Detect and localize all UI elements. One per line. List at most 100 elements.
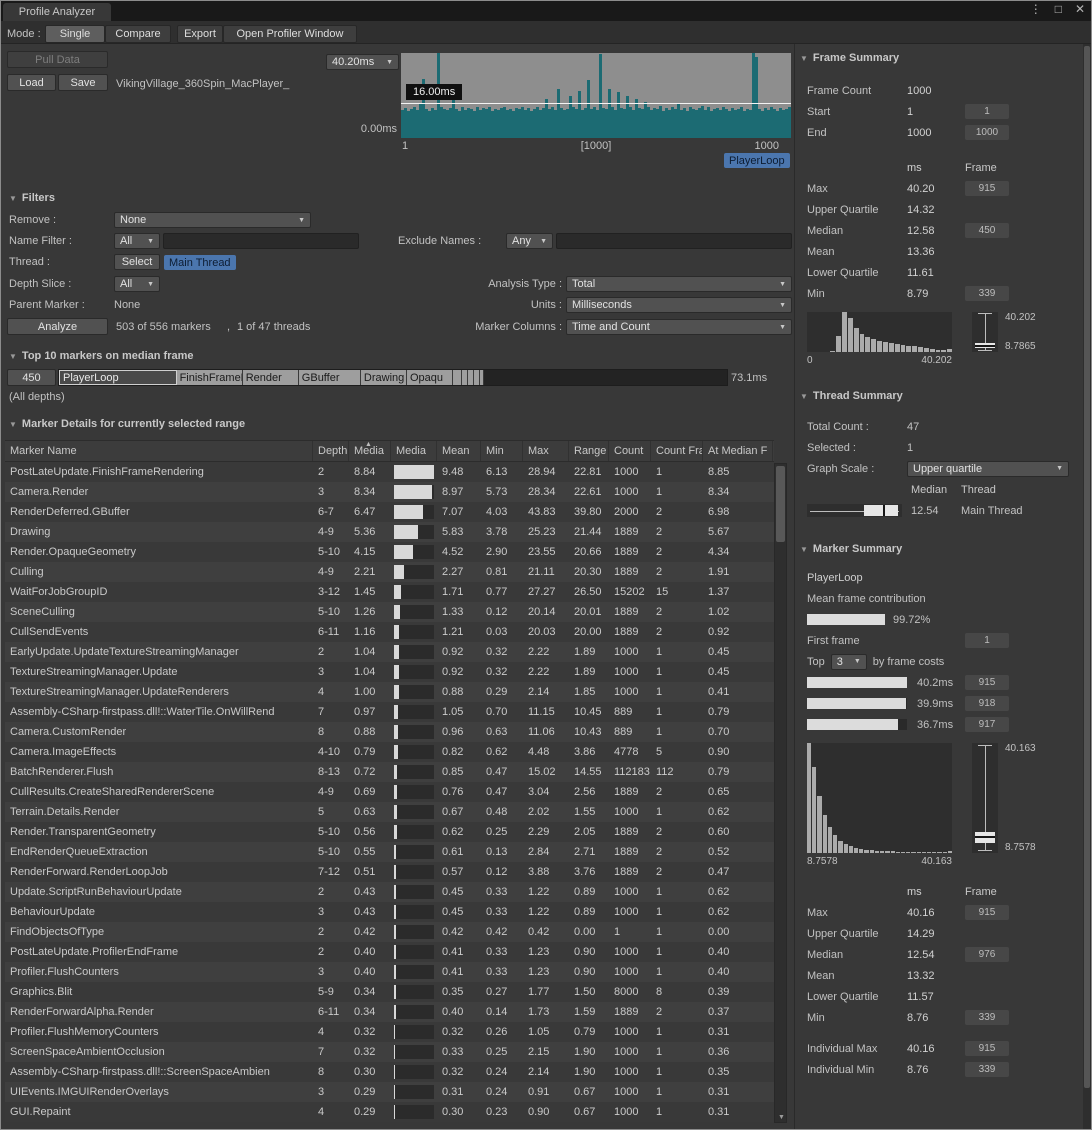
filters-header[interactable]: ▼ Filters — [9, 192, 55, 204]
frame-link-button[interactable]: 915 — [965, 181, 1009, 196]
table-row[interactable]: BehaviourUpdate30.430.450.331.220.891000… — [5, 902, 774, 922]
frame-link-button[interactable]: 915 — [965, 905, 1009, 920]
column-header[interactable]: Range — [569, 441, 609, 461]
frame-link-button[interactable]: 1 — [965, 104, 1009, 119]
exclude-names-dropdown[interactable]: Any ▼ — [506, 233, 553, 249]
selected-marker-chip[interactable]: PlayerLoop — [724, 153, 790, 168]
column-header[interactable]: At Median F — [703, 441, 773, 461]
frame-link-button[interactable]: 917 — [965, 717, 1009, 732]
frame-link-button[interactable]: 976 — [965, 947, 1009, 962]
table-row[interactable]: Drawing4-95.365.833.7825.2321.44188925.6… — [5, 522, 774, 542]
column-header[interactable]: Mean — [437, 441, 481, 461]
column-header[interactable]: Media▲ — [349, 441, 391, 461]
table-row[interactable]: Assembly-CSharp-firstpass.dll!::ScreenSp… — [5, 1062, 774, 1082]
marker-summary-header[interactable]: ▼ Marker Summary — [800, 543, 1085, 555]
table-row[interactable]: Render.OpaqueGeometry5-104.154.522.9023.… — [5, 542, 774, 562]
name-filter-input[interactable] — [163, 233, 359, 249]
column-header[interactable]: Min — [481, 441, 523, 461]
table-row[interactable]: PostLateUpdate.FinishFrameRendering28.84… — [5, 462, 774, 482]
table-row[interactable]: Profiler.FlushCounters30.400.410.331.230… — [5, 962, 774, 982]
thread-row[interactable]: 12.54 Main Thread — [807, 500, 1085, 521]
table-scrollbar[interactable]: ▼ — [774, 463, 787, 1123]
table-row[interactable]: Culling4-92.212.270.8121.1120.30188921.9… — [5, 562, 774, 582]
column-header[interactable]: Marker Name — [5, 441, 313, 461]
table-row[interactable]: RenderForward.RenderLoopJob7-120.510.570… — [5, 862, 774, 882]
frame-link-button[interactable]: 918 — [965, 696, 1009, 711]
table-row[interactable]: Camera.CustomRender80.880.960.6311.0610.… — [5, 722, 774, 742]
scroll-down-icon[interactable]: ▼ — [778, 1114, 785, 1121]
table-row[interactable]: EndRenderQueueExtraction5-100.550.610.13… — [5, 842, 774, 862]
table-row[interactable]: GUI.Repaint40.290.300.230.900.67100010.3… — [5, 1102, 774, 1122]
window-tab[interactable]: Profile Analyzer — [3, 3, 111, 21]
menu-icon[interactable]: ⋮ — [1030, 2, 1042, 16]
top-marker-segment[interactable]: FinishFrameR — [177, 370, 243, 385]
table-row[interactable]: CullResults.CreateSharedRendererScene4-9… — [5, 782, 774, 802]
frame-chart[interactable]: 16.00ms — [401, 53, 791, 138]
analyze-button[interactable]: Analyze — [7, 318, 108, 335]
top-marker-segment[interactable]: GBuffer — [299, 370, 361, 385]
units-dropdown[interactable]: Milliseconds ▼ — [566, 297, 792, 313]
frame-link-button[interactable]: 1000 — [965, 125, 1009, 140]
tab-compare[interactable]: Compare — [105, 25, 171, 43]
table-row[interactable]: Assembly-CSharp-firstpass.dll!::WaterTil… — [5, 702, 774, 722]
frame-link-button[interactable]: 339 — [965, 286, 1009, 301]
thread-select-button[interactable]: Select — [114, 254, 160, 270]
scrollbar-thumb[interactable] — [1084, 46, 1090, 1088]
top-marker-segment[interactable]: Opaqu — [407, 370, 453, 385]
table-row[interactable]: SceneCulling5-101.261.330.1220.1420.0118… — [5, 602, 774, 622]
table-row[interactable]: UIEvents.IMGUIRenderOverlays30.290.310.2… — [5, 1082, 774, 1102]
column-header[interactable]: Max — [523, 441, 569, 461]
table-row[interactable]: EarlyUpdate.UpdateTextureStreamingManage… — [5, 642, 774, 662]
top-n-dropdown[interactable]: 3 ▼ — [831, 654, 867, 670]
frame-summary-header[interactable]: ▼ Frame Summary — [800, 52, 1085, 64]
maximize-icon[interactable]: □ — [1055, 2, 1062, 16]
table-row[interactable]: TextureStreamingManager.UpdateRenderers4… — [5, 682, 774, 702]
top-marker-segment[interactable] — [453, 370, 462, 385]
close-icon[interactable]: ✕ — [1075, 2, 1085, 16]
load-button[interactable]: Load — [7, 74, 56, 91]
depth-slice-dropdown[interactable]: All ▼ — [114, 276, 160, 292]
column-header[interactable]: Depth — [313, 441, 349, 461]
table-row[interactable]: PostLateUpdate.ProfilerEndFrame20.400.41… — [5, 942, 774, 962]
top-marker-segment[interactable]: PlayerLoop — [59, 370, 177, 385]
top-marker-segment[interactable] — [480, 370, 485, 385]
table-row[interactable]: RenderDeferred.GBuffer6-76.477.074.0343.… — [5, 502, 774, 522]
table-row[interactable]: CullSendEvents6-111.161.210.0320.0320.00… — [5, 622, 774, 642]
frame-link-button[interactable]: 450 — [965, 223, 1009, 238]
first-frame-button[interactable]: 1 — [965, 633, 1009, 648]
scrollbar-thumb[interactable] — [776, 466, 785, 542]
table-row[interactable]: Camera.Render38.348.975.7328.3422.611000… — [5, 482, 774, 502]
marker-columns-dropdown[interactable]: Time and Count ▼ — [566, 319, 792, 335]
table-row[interactable]: Render.TransparentGeometry5-100.560.620.… — [5, 822, 774, 842]
right-panel-scrollbar[interactable] — [1083, 44, 1091, 1129]
frame-link-button[interactable]: 339 — [965, 1062, 1009, 1077]
analysis-type-dropdown[interactable]: Total ▼ — [566, 276, 792, 292]
top-marker-segment[interactable]: Drawing — [361, 370, 407, 385]
save-button[interactable]: Save — [58, 74, 108, 91]
table-row[interactable]: BatchRenderer.Flush8-130.720.850.4715.02… — [5, 762, 774, 782]
table-row[interactable]: Profiler.FlushMemoryCounters40.320.320.2… — [5, 1022, 774, 1042]
export-button[interactable]: Export — [177, 25, 223, 43]
thread-summary-header[interactable]: ▼ Thread Summary — [800, 390, 1085, 402]
table-row[interactable]: WaitForJobGroupID3-121.451.710.7727.2726… — [5, 582, 774, 602]
top-marker-segment[interactable]: Render — [243, 370, 299, 385]
thread-chip[interactable]: Main Thread — [164, 255, 236, 270]
table-row[interactable]: TextureStreamingManager.Update31.040.920… — [5, 662, 774, 682]
top-marker-segment[interactable] — [462, 370, 469, 385]
column-header[interactable]: Count — [609, 441, 651, 461]
pull-data-button[interactable]: Pull Data — [7, 51, 108, 68]
top-markers-header[interactable]: ▼ Top 10 markers on median frame — [9, 350, 194, 362]
frame-link-button[interactable]: 915 — [965, 675, 1009, 690]
table-row[interactable]: FindObjectsOfType20.420.420.420.420.0011… — [5, 922, 774, 942]
name-filter-dropdown[interactable]: All ▼ — [114, 233, 160, 249]
column-header[interactable]: Media — [391, 441, 437, 461]
frame-link-button[interactable]: 915 — [965, 1041, 1009, 1056]
tab-single[interactable]: Single — [45, 25, 105, 43]
column-header[interactable]: Count Fra — [651, 441, 703, 461]
exclude-names-input[interactable] — [556, 233, 792, 249]
table-row[interactable]: RenderForwardAlpha.Render6-110.340.400.1… — [5, 1002, 774, 1022]
frame-link-button[interactable]: 339 — [965, 1010, 1009, 1025]
table-row[interactable]: Camera.ImageEffects4-100.790.820.624.483… — [5, 742, 774, 762]
table-row[interactable]: Update.ScriptRunBehaviourUpdate20.430.45… — [5, 882, 774, 902]
open-profiler-window-button[interactable]: Open Profiler Window — [223, 25, 357, 43]
